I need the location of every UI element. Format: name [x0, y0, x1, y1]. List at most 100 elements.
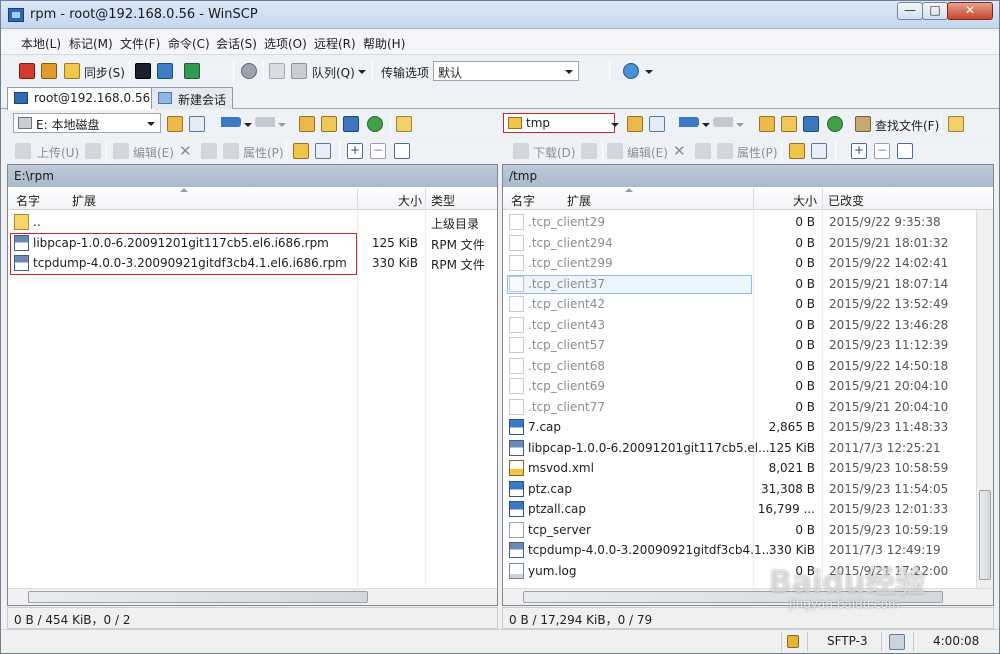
select-icon[interactable]: + — [851, 143, 867, 159]
preferences-icon[interactable] — [269, 63, 285, 79]
root-dir-icon[interactable] — [781, 116, 797, 132]
menu-mark[interactable]: 标记(M) — [69, 35, 113, 52]
properties-button[interactable]: 属性(P) — [737, 144, 778, 161]
back-dropdown-icon[interactable] — [244, 123, 252, 127]
table-row[interactable]: .tcp_client294 0 B 2015/9/21 18:01:32 — [503, 233, 973, 253]
queue-button[interactable]: 队列(Q) — [312, 64, 355, 81]
table-row[interactable]: 7.cap 2,865 B 2015/9/23 11:48:33 — [503, 417, 973, 437]
column-name[interactable]: 名字 — [511, 192, 535, 209]
minimize-button[interactable]: — — [897, 2, 923, 20]
parent-dir-icon[interactable] — [299, 116, 315, 132]
column-type[interactable]: 类型 — [431, 192, 455, 209]
table-row[interactable]: .tcp_client29 0 B 2015/9/22 9:35:38 — [503, 212, 973, 232]
unselect-icon[interactable]: − — [370, 143, 386, 159]
upload-button[interactable]: 上传(U) — [37, 144, 79, 161]
synchronize-button[interactable]: 同步(S) — [84, 64, 125, 81]
maximize-button[interactable]: □ — [922, 2, 948, 20]
scroll-thumb[interactable] — [28, 591, 368, 603]
transfer-settings-select[interactable]: 默认 — [433, 61, 579, 81]
putty-icon[interactable] — [157, 63, 173, 79]
forward-dropdown-icon[interactable] — [278, 123, 286, 127]
menu-session[interactable]: 会话(S) — [216, 35, 257, 52]
table-row[interactable]: .tcp_client299 0 B 2015/9/22 14:02:41 — [503, 253, 973, 273]
new-folder-icon[interactable] — [293, 143, 309, 159]
queue-icon[interactable] — [291, 63, 307, 79]
delete-icon[interactable]: ✕ — [179, 142, 192, 160]
scroll-thumb[interactable] — [979, 490, 991, 580]
tab-session[interactable]: root@192.168.0.56 — [7, 87, 158, 110]
table-row[interactable]: libpcap-1.0.0-6.20091201git117cb5.el... 1… — [503, 438, 973, 458]
table-row[interactable]: .tcp_client37 0 B 2015/9/21 18:07:14 — [503, 274, 973, 294]
forward-arrow-icon[interactable] — [255, 117, 275, 127]
column-ext[interactable]: 扩展 — [72, 192, 96, 209]
remote-dir-select[interactable]: tmp — [503, 113, 615, 133]
menu-commands[interactable]: 命令(C) — [168, 35, 210, 52]
back-dropdown-icon[interactable] — [702, 123, 710, 127]
remote-dir-dropdown-icon[interactable] — [611, 123, 619, 127]
menu-local[interactable]: 本地(L) — [21, 35, 61, 52]
tab-new-session[interactable]: 新建会话 — [151, 87, 234, 109]
table-row[interactable]: .tcp_client68 0 B 2015/9/22 14:50:18 — [503, 356, 973, 376]
menu-file[interactable]: 文件(F) — [120, 35, 160, 52]
console-icon[interactable] — [135, 63, 151, 79]
refresh-icon[interactable] — [827, 116, 843, 132]
properties-button[interactable]: 属性(P) — [243, 144, 284, 161]
refresh-icon[interactable] — [367, 116, 383, 132]
back-arrow-icon[interactable] — [221, 117, 241, 127]
table-row[interactable]: .tcp_client43 0 B 2015/9/22 13:46:28 — [503, 315, 973, 335]
tree-icon[interactable] — [948, 116, 964, 132]
globe-icon[interactable] — [623, 63, 639, 79]
table-row[interactable]: ptzall.cap 16,799 ... 2015/9/23 12:01:33 — [503, 499, 973, 519]
download-button[interactable]: 下载(D) — [533, 144, 576, 161]
select-all-icon[interactable] — [394, 143, 410, 159]
edit-button[interactable]: 编辑(E) — [133, 144, 174, 161]
close-button[interactable]: ✕ — [947, 2, 993, 20]
table-row[interactable]: .. 上级目录 — [8, 212, 479, 232]
open-folder-icon[interactable] — [167, 116, 183, 132]
select-icon[interactable]: + — [347, 143, 363, 159]
table-row[interactable]: ptz.cap 31,308 B 2015/9/23 11:54:05 — [503, 479, 973, 499]
filter-icon[interactable] — [189, 116, 205, 132]
column-name[interactable]: 名字 — [16, 192, 40, 209]
back-arrow-icon[interactable] — [679, 117, 699, 127]
sync-icon[interactable] — [315, 143, 331, 159]
open-folder-icon[interactable] — [627, 116, 643, 132]
column-changed[interactable]: 已改变 — [828, 192, 864, 209]
refresh-session-icon[interactable] — [184, 63, 200, 79]
table-row[interactable]: .tcp_client77 0 B 2015/9/21 20:04:10 — [503, 397, 973, 417]
filter-icon[interactable] — [649, 116, 665, 132]
local-horizontal-scrollbar[interactable] — [8, 588, 497, 605]
find-files-button[interactable]: 查找文件(F) — [875, 117, 939, 134]
edit-button[interactable]: 编辑(E) — [627, 144, 668, 161]
new-folder-icon[interactable] — [789, 143, 805, 159]
home-icon[interactable] — [803, 116, 819, 132]
globe-dropdown-icon[interactable] — [645, 70, 653, 74]
local-drive-select[interactable]: E: 本地磁盘 — [13, 113, 161, 133]
forward-dropdown-icon[interactable] — [736, 123, 744, 127]
table-row[interactable]: .tcp_client42 0 B 2015/9/22 13:52:49 — [503, 294, 973, 314]
unselect-icon[interactable]: − — [874, 143, 890, 159]
synchronize-icon[interactable] — [64, 63, 80, 79]
menu-remote[interactable]: 远程(R) — [314, 35, 356, 52]
column-size[interactable]: 大小 — [398, 192, 422, 209]
forward-arrow-icon[interactable] — [713, 117, 733, 127]
column-ext[interactable]: 扩展 — [567, 192, 591, 209]
gear-icon[interactable] — [241, 63, 257, 79]
menu-options[interactable]: 选项(O) — [264, 35, 307, 52]
table-row[interactable]: .tcp_client69 0 B 2015/9/21 20:04:10 — [503, 376, 973, 396]
table-row[interactable]: .tcp_client57 0 B 2015/9/23 11:12:39 — [503, 335, 973, 355]
sync-browse-icon[interactable] — [41, 63, 57, 79]
table-row[interactable]: msvod.xml 8,021 B 2015/9/23 10:58:59 — [503, 458, 973, 478]
root-dir-icon[interactable] — [321, 116, 337, 132]
find-files-icon[interactable] — [396, 116, 412, 132]
remote-vertical-scrollbar[interactable] — [976, 210, 993, 589]
compare-dirs-icon[interactable] — [19, 63, 35, 79]
menu-help[interactable]: 帮助(H) — [363, 35, 405, 52]
parent-dir-icon[interactable] — [759, 116, 775, 132]
queue-dropdown-icon[interactable] — [358, 70, 366, 74]
delete-icon[interactable]: ✕ — [673, 142, 686, 160]
sync-icon[interactable] — [811, 143, 827, 159]
home-icon[interactable] — [343, 116, 359, 132]
table-row[interactable]: tcp_server 0 B 2015/9/23 10:59:19 — [503, 520, 973, 540]
column-size[interactable]: 大小 — [793, 192, 817, 209]
